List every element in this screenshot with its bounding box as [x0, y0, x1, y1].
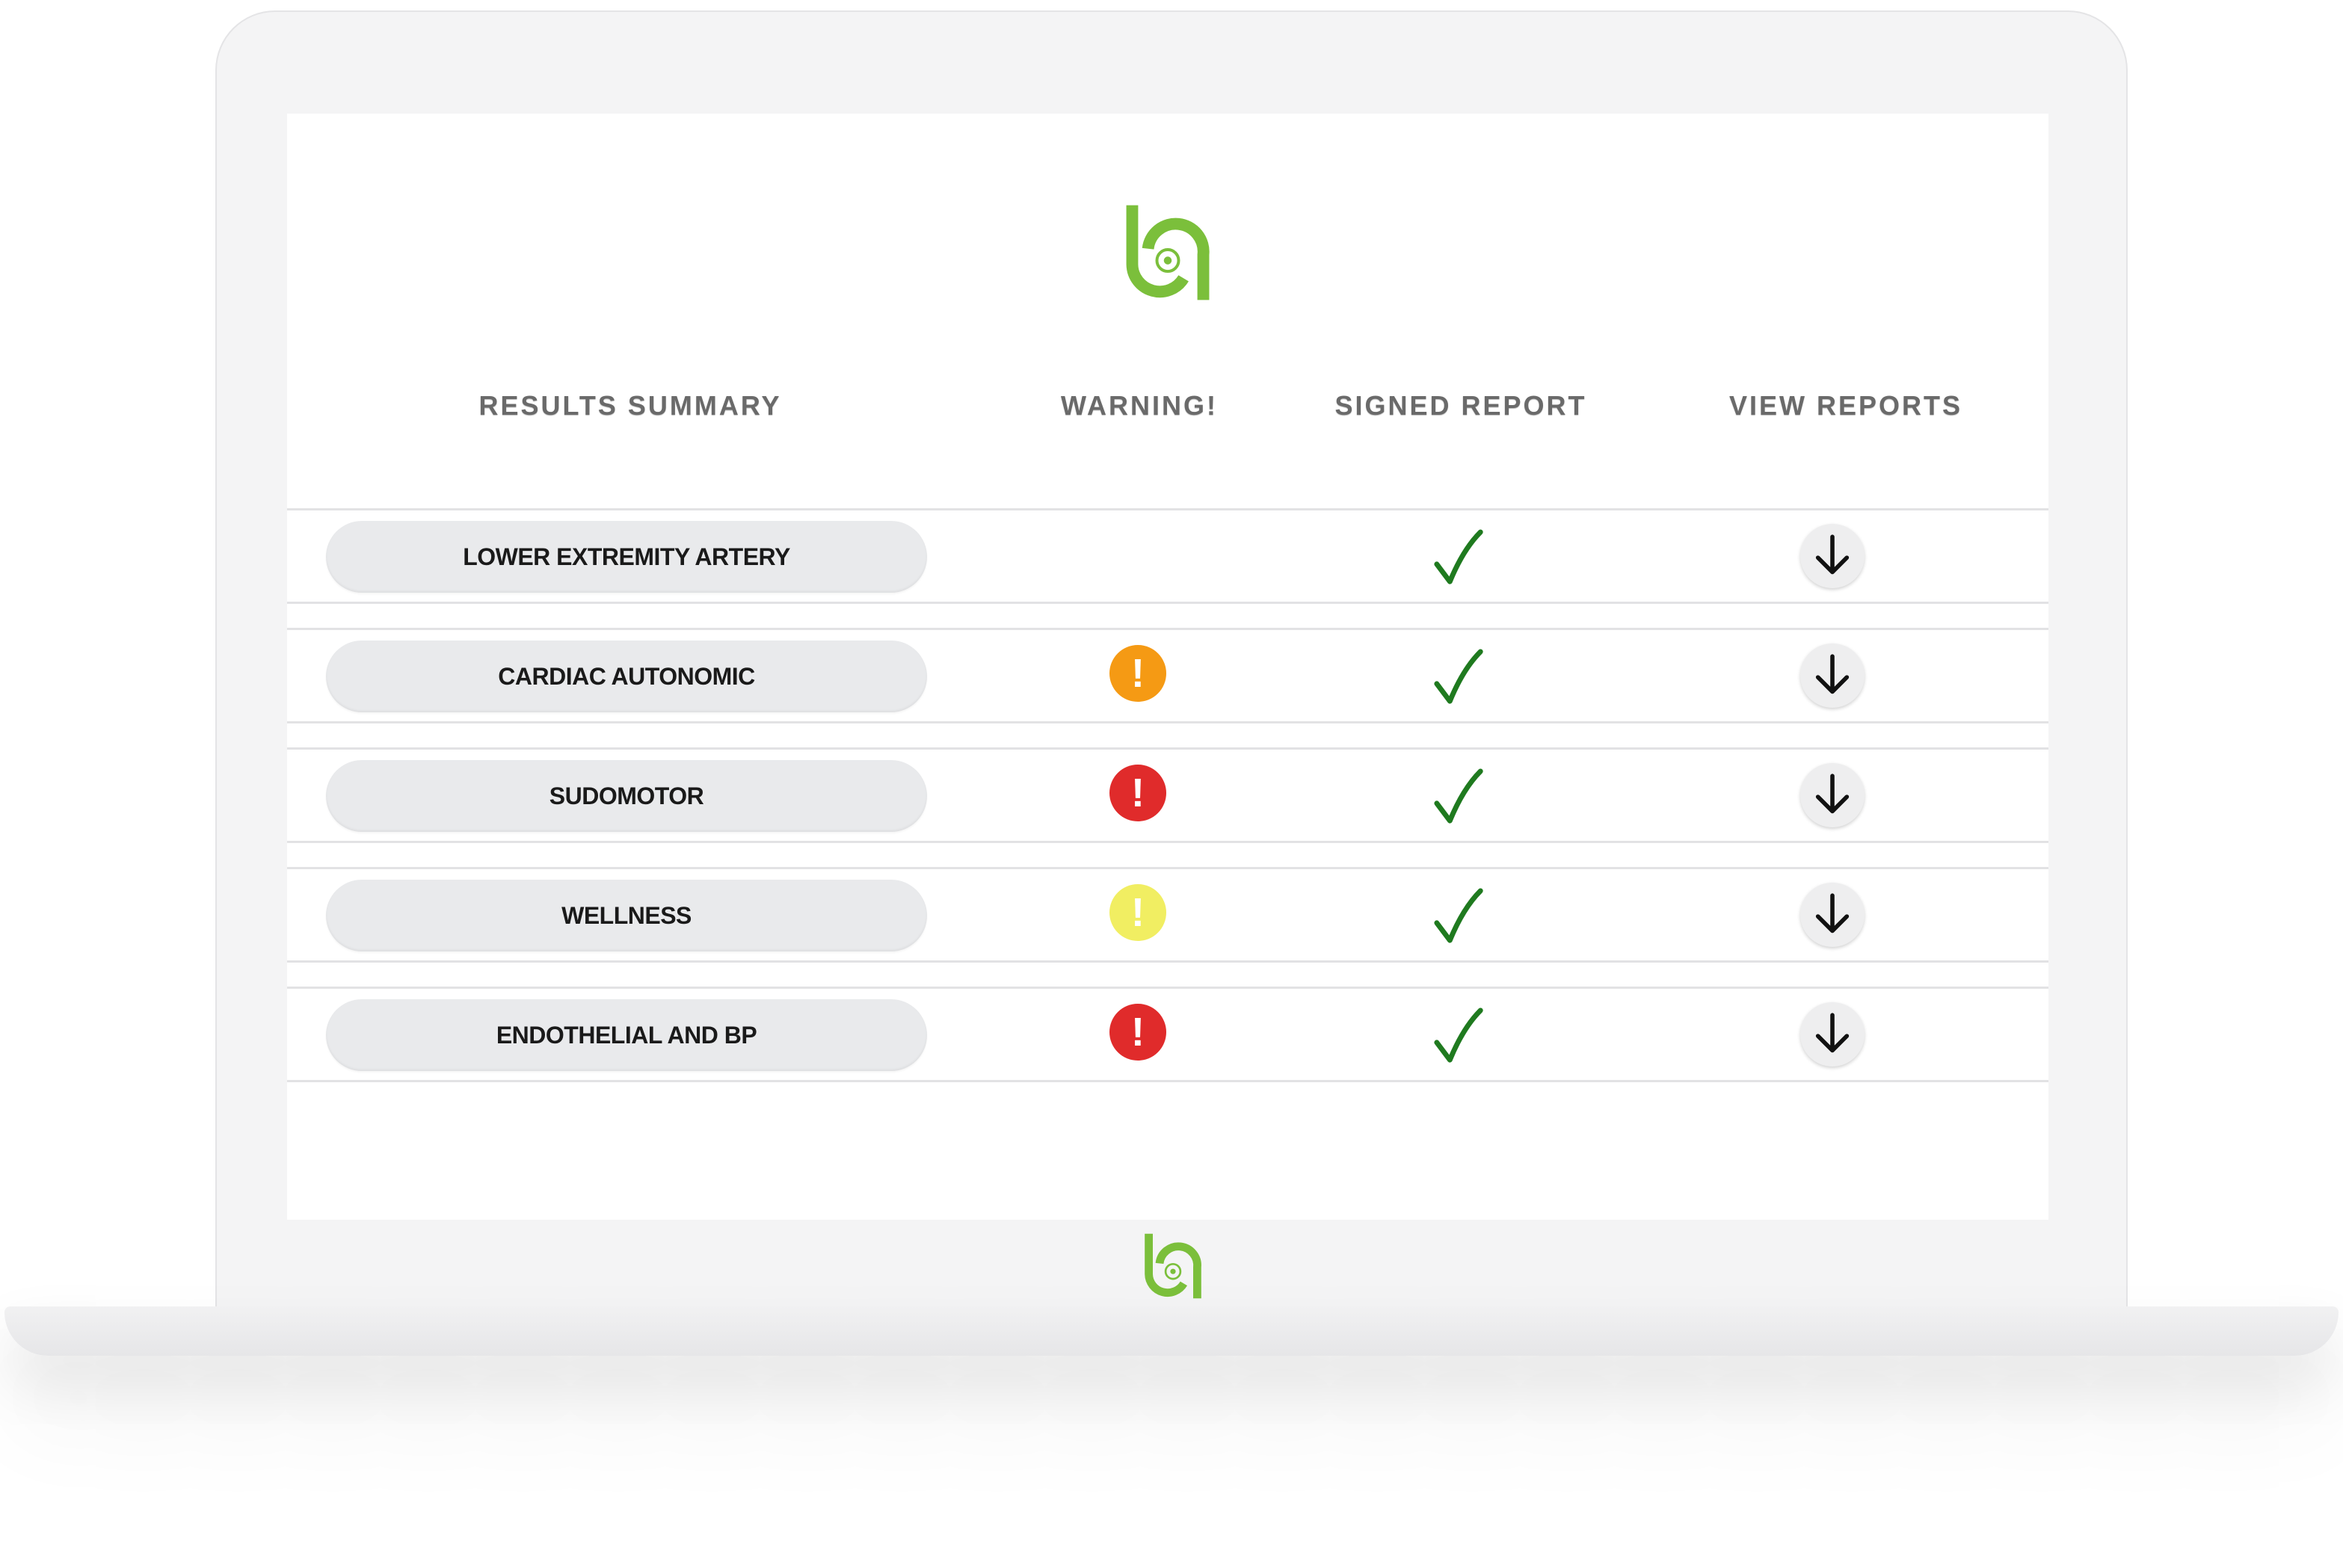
- header-signed-report: SIGNED REPORT: [1334, 390, 1587, 421]
- check-icon: [1431, 887, 1489, 947]
- warning-icon: !: [1109, 1004, 1166, 1061]
- result-label[interactable]: SUDOMOTOR: [326, 760, 927, 832]
- header-results-summary: RESULTS SUMMARY: [478, 390, 782, 421]
- table-row: WELLNESS !: [287, 867, 2048, 963]
- result-label[interactable]: CARDIAC AUTONOMIC: [326, 641, 927, 712]
- table-row: CARDIAC AUTONOMIC !: [287, 628, 2048, 723]
- result-label[interactable]: WELLNESS: [326, 880, 927, 951]
- download-button[interactable]: [1800, 763, 1865, 827]
- table-row: LOWER EXTREMITY ARTERY: [287, 508, 2048, 604]
- arrow-down-icon: [1815, 654, 1850, 694]
- laptop-base: [4, 1306, 2339, 1356]
- check-icon: [1431, 1007, 1489, 1067]
- header-view-reports: VIEW REPORTS: [1728, 390, 1963, 421]
- download-button[interactable]: [1800, 643, 1865, 708]
- check-icon: [1431, 528, 1489, 588]
- warning-icon: !: [1109, 645, 1166, 702]
- result-label[interactable]: LOWER EXTREMITY ARTERY: [326, 521, 927, 593]
- brand-logo-icon: [1139, 1232, 1207, 1300]
- arrow-down-icon: [1815, 534, 1850, 575]
- check-icon: [1431, 768, 1489, 827]
- check-icon: [1431, 648, 1489, 708]
- brand-logo-icon: [1118, 202, 1217, 303]
- warning-icon: !: [1109, 884, 1166, 941]
- screen: RESULTS SUMMARY WARNING! SIGNED REPORT V…: [287, 114, 2048, 1299]
- table-row: ENDOTHELIAL AND BP !: [287, 987, 2048, 1082]
- arrow-down-icon: [1815, 774, 1850, 814]
- download-button[interactable]: [1800, 524, 1865, 588]
- download-button[interactable]: [1800, 883, 1865, 947]
- arrow-down-icon: [1815, 1013, 1850, 1053]
- warning-icon: !: [1109, 765, 1166, 821]
- table-row: SUDOMOTOR !: [287, 747, 2048, 843]
- download-button[interactable]: [1800, 1002, 1865, 1067]
- arrow-down-icon: [1815, 893, 1850, 933]
- header-warning: WARNING!: [1061, 390, 1218, 421]
- result-label[interactable]: ENDOTHELIAL AND BP: [326, 999, 927, 1071]
